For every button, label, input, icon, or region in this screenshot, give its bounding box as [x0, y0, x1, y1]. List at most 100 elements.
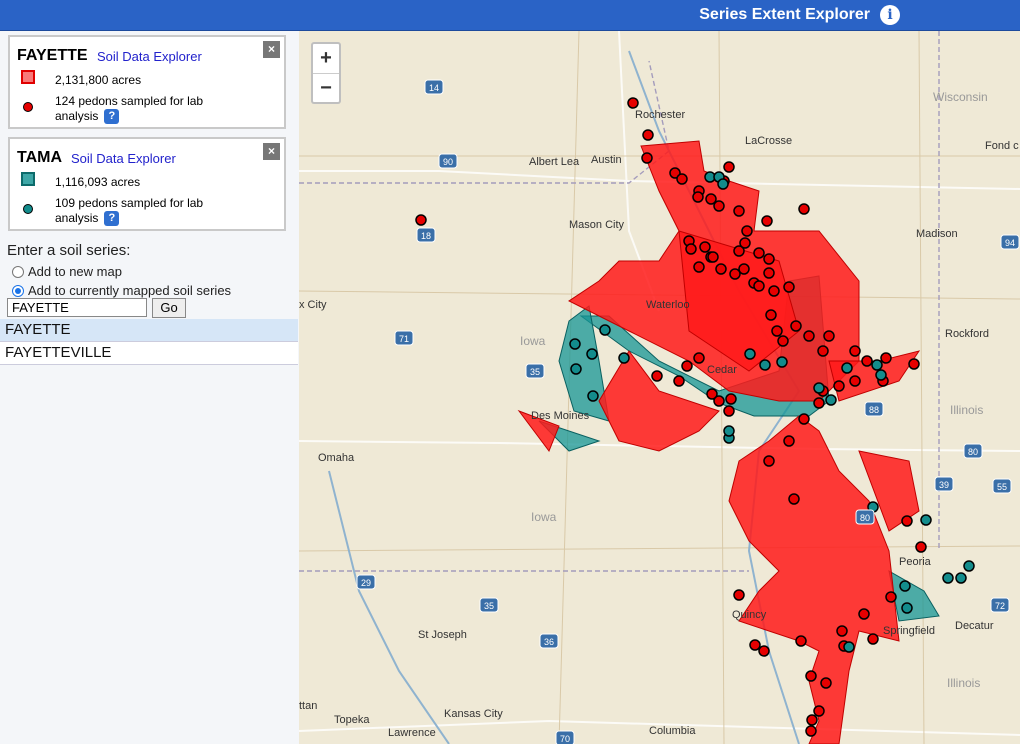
pedon-point[interactable] [805, 670, 817, 682]
pedon-point[interactable] [803, 330, 815, 342]
radio-current-map[interactable] [12, 285, 24, 297]
pedon-point[interactable] [783, 435, 795, 447]
pedon-point[interactable] [765, 309, 777, 321]
pedon-point[interactable] [963, 560, 975, 572]
pedon-point[interactable] [806, 714, 818, 726]
zoom-out-button[interactable]: − [313, 74, 339, 103]
pedon-point[interactable] [763, 267, 775, 279]
pedon-point[interactable] [692, 191, 704, 203]
pedon-point[interactable] [699, 241, 711, 253]
pedon-point[interactable] [867, 633, 879, 645]
pedon-point[interactable] [920, 514, 932, 526]
pedon-point[interactable] [733, 205, 745, 217]
pedon-point[interactable] [885, 591, 897, 603]
option-current-map[interactable]: Add to currently mapped soil series [12, 283, 231, 298]
help-icon[interactable]: ? [104, 109, 120, 125]
pedon-point[interactable] [849, 375, 861, 387]
pedon-point[interactable] [733, 589, 745, 601]
pedon-point[interactable] [673, 375, 685, 387]
pedon-point[interactable] [783, 281, 795, 293]
pedon-point[interactable] [813, 397, 825, 409]
pedon-point[interactable] [725, 393, 737, 405]
pedon-point[interactable] [798, 203, 810, 215]
pedon-point[interactable] [776, 356, 788, 368]
option-new-map[interactable]: Add to new map [12, 264, 122, 279]
pedon-point[interactable] [763, 253, 775, 265]
pedon-point[interactable] [676, 173, 688, 185]
pedon-point[interactable] [843, 641, 855, 653]
pedon-point[interactable] [759, 359, 771, 371]
pedon-point[interactable] [651, 370, 663, 382]
pedon-point[interactable] [833, 380, 845, 392]
series-search-input[interactable] [7, 298, 147, 317]
map-canvas[interactable]: 14 90 18 94 71 35 88 80 80 55 39 29 35 36 72 70 [299, 31, 1020, 744]
suggestion-item[interactable]: FAYETTE [0, 319, 298, 342]
pedon-point[interactable] [685, 243, 697, 255]
pedon-point[interactable] [415, 214, 427, 226]
pedon-point[interactable] [790, 320, 802, 332]
pedon-point[interactable] [880, 352, 892, 364]
pedon-point[interactable] [739, 237, 751, 249]
pedon-point[interactable] [705, 193, 717, 205]
pedon-point[interactable] [899, 580, 911, 592]
pedon-point[interactable] [723, 425, 735, 437]
pedon-point[interactable] [618, 352, 630, 364]
pedon-point[interactable] [569, 338, 581, 350]
go-button[interactable]: Go [152, 298, 186, 318]
pedon-point[interactable] [841, 362, 853, 374]
pedon-point[interactable] [871, 359, 883, 371]
info-icon[interactable]: i [880, 5, 900, 25]
pedon-point[interactable] [641, 152, 653, 164]
pedon-point[interactable] [820, 677, 832, 689]
soil-data-explorer-link[interactable]: Soil Data Explorer [71, 151, 176, 166]
pedon-point[interactable] [627, 97, 639, 109]
pedon-point[interactable] [717, 178, 729, 190]
pedon-point[interactable] [681, 360, 693, 372]
pedon-point[interactable] [586, 348, 598, 360]
pedon-point[interactable] [955, 572, 967, 584]
close-icon[interactable]: × [263, 143, 280, 160]
pedon-point[interactable] [777, 335, 789, 347]
pedon-point[interactable] [805, 725, 817, 737]
pedon-point[interactable] [753, 247, 765, 259]
pedon-point[interactable] [817, 345, 829, 357]
pedon-point[interactable] [858, 608, 870, 620]
pedon-point[interactable] [753, 280, 765, 292]
pedon-point[interactable] [741, 225, 753, 237]
map-view[interactable]: 14 90 18 94 71 35 88 80 80 55 39 29 35 36 72 70 + − Roc… [299, 31, 1020, 744]
pedon-point[interactable] [570, 363, 582, 375]
soil-data-explorer-link[interactable]: Soil Data Explorer [97, 49, 202, 64]
pedon-point[interactable] [723, 405, 735, 417]
pedon-point[interactable] [707, 251, 719, 263]
suggestion-item[interactable]: FAYETTEVILLE [0, 342, 298, 365]
pedon-point[interactable] [723, 161, 735, 173]
pedon-point[interactable] [642, 129, 654, 141]
pedon-point[interactable] [758, 645, 770, 657]
pedon-point[interactable] [823, 330, 835, 342]
pedon-point[interactable] [795, 635, 807, 647]
zoom-in-button[interactable]: + [313, 44, 339, 74]
pedon-point[interactable] [761, 215, 773, 227]
help-icon[interactable]: ? [104, 211, 120, 227]
pedon-point[interactable] [763, 455, 775, 467]
pedon-point[interactable] [768, 285, 780, 297]
pedon-point[interactable] [715, 263, 727, 275]
pedon-point[interactable] [915, 541, 927, 553]
pedon-point[interactable] [813, 382, 825, 394]
pedon-point[interactable] [713, 395, 725, 407]
pedon-point[interactable] [942, 572, 954, 584]
pedon-point[interactable] [587, 390, 599, 402]
radio-new-map[interactable] [12, 266, 24, 278]
pedon-point[interactable] [693, 261, 705, 273]
pedon-point[interactable] [901, 515, 913, 527]
pedon-point[interactable] [861, 355, 873, 367]
pedon-point[interactable] [849, 345, 861, 357]
pedon-point[interactable] [771, 325, 783, 337]
pedon-point[interactable] [729, 268, 741, 280]
pedon-point[interactable] [744, 348, 756, 360]
pedon-point[interactable] [825, 394, 837, 406]
pedon-point[interactable] [875, 369, 887, 381]
pedon-point[interactable] [836, 625, 848, 637]
pedon-point[interactable] [599, 324, 611, 336]
pedon-point[interactable] [813, 705, 825, 717]
